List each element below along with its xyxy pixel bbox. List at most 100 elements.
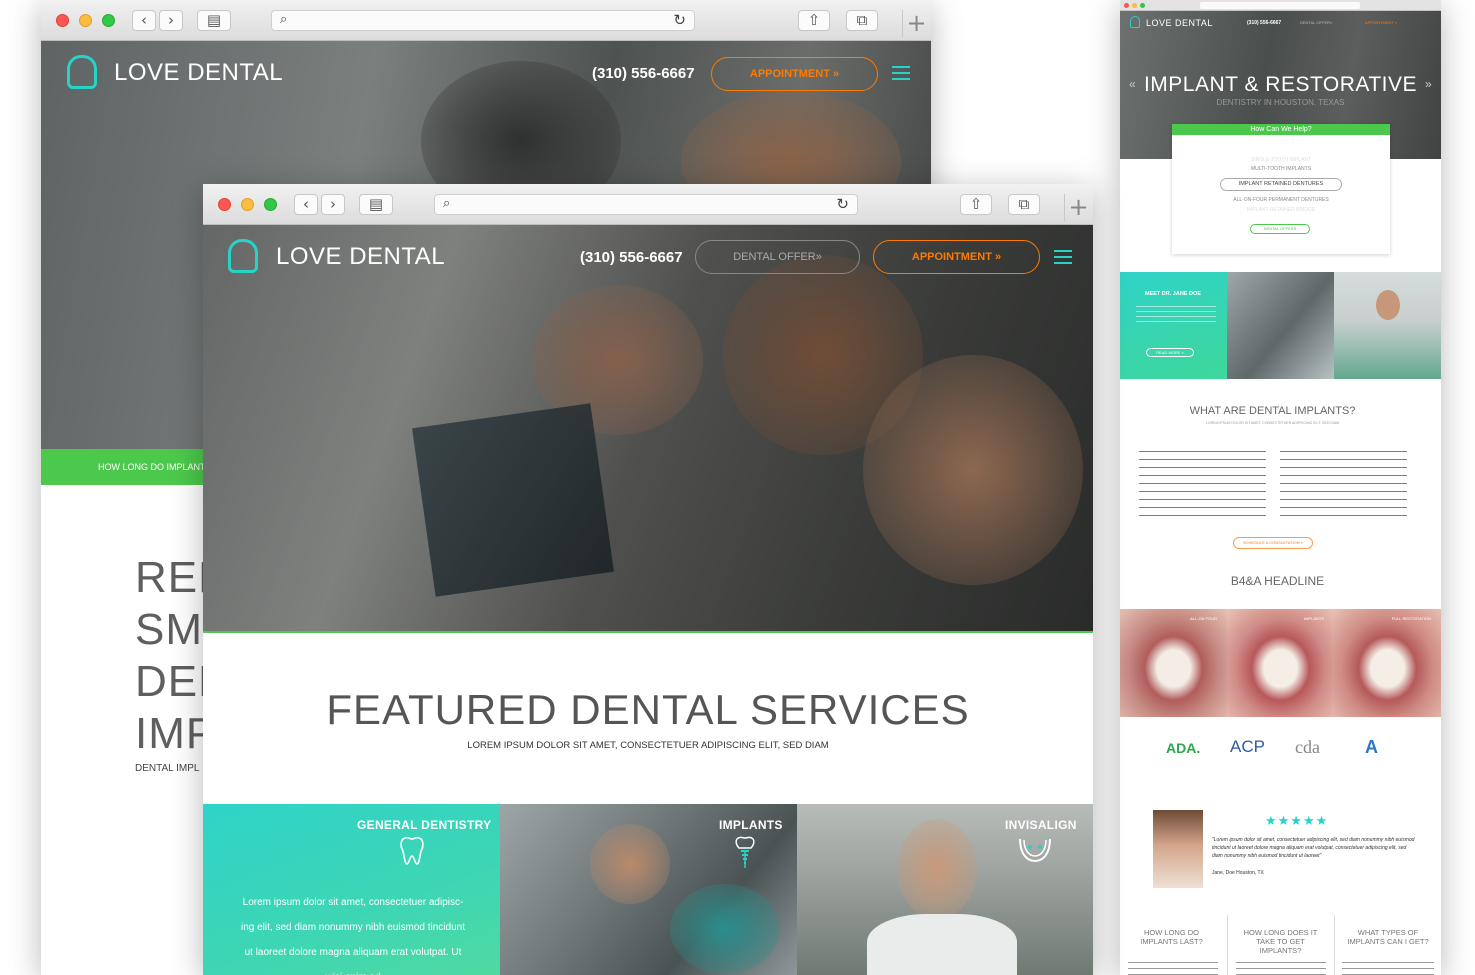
ba-label: IMPLANTS bbox=[1303, 616, 1324, 621]
close-window-button[interactable] bbox=[56, 14, 69, 27]
help-item[interactable]: MULTI-TOOTH IMPLANTS bbox=[1172, 166, 1390, 172]
minimize-window-button[interactable] bbox=[241, 198, 254, 211]
right-browser-window: LOVE DENTAL (310) 556-6667 DENTAL OFFER»… bbox=[1120, 0, 1441, 975]
service-title: IMPLANTS bbox=[719, 818, 783, 832]
search-icon: ⌕ bbox=[280, 12, 288, 27]
card-photo-coat bbox=[867, 914, 1017, 975]
academy-logo: A bbox=[1365, 737, 1378, 757]
service-description: Lorem ipsum dolor sit amet, consectetuer… bbox=[223, 890, 483, 975]
ba-label: FULL RESTORATION bbox=[1391, 616, 1431, 621]
zoom-window-button[interactable] bbox=[264, 198, 277, 211]
hero-subtitle: DENTISTRY IN HOUSTON, TEXAS bbox=[1216, 98, 1345, 107]
tabs-overview-icon[interactable]: ⧉ bbox=[846, 10, 878, 31]
ba-panel: FULL RESTORATION bbox=[1334, 609, 1441, 717]
share-icon[interactable]: ⇧ bbox=[960, 194, 992, 215]
sidebar-toggle-icon[interactable]: ▤ bbox=[197, 10, 231, 31]
zoom-window-button[interactable] bbox=[102, 14, 115, 27]
search-icon: ⌕ bbox=[443, 196, 451, 211]
help-item[interactable]: SINGLE TOOTH IMPLANT bbox=[1172, 157, 1390, 163]
close-window-button[interactable] bbox=[1124, 3, 1129, 8]
logo-text[interactable]: LOVE DENTAL bbox=[276, 243, 445, 271]
back-arrow-icon[interactable]: ‹ bbox=[132, 10, 156, 31]
reload-icon[interactable]: ↻ bbox=[836, 195, 849, 213]
card-photo-person bbox=[897, 819, 977, 919]
service-description-line: Lorem ipsum dolor sit amet, consectetuer… bbox=[242, 897, 464, 908]
menu-icon[interactable] bbox=[1054, 250, 1072, 264]
hero-title: IMPLANT & RESTORATIVE bbox=[1143, 73, 1418, 96]
ba-panel: IMPLANTS bbox=[1227, 609, 1334, 717]
help-item-selected[interactable]: IMPLANT RETAINED DENTURES bbox=[1220, 178, 1342, 191]
close-window-button[interactable] bbox=[218, 198, 231, 211]
nav-offer[interactable]: DENTAL OFFER» bbox=[1300, 20, 1332, 25]
service-description-line: ut laoreet dolore magna aliquam erat vol… bbox=[244, 947, 462, 958]
logo-text[interactable]: LOVE DENTAL bbox=[114, 59, 283, 87]
minimize-window-button[interactable] bbox=[1132, 3, 1137, 8]
ba-panel: ALL-ON FOUR bbox=[1120, 609, 1227, 717]
faq-text bbox=[1236, 962, 1326, 975]
nav-appointment[interactable]: APPOINTMENT » bbox=[1365, 20, 1397, 25]
appointment-button[interactable]: APPOINTMENT » bbox=[873, 240, 1040, 274]
faq-divider bbox=[1334, 915, 1335, 975]
featured-subtitle: LOREM IPSUM DOLOR SIT AMET, CONSECTETUER… bbox=[467, 740, 829, 751]
new-tab-icon[interactable]: + bbox=[1064, 194, 1092, 222]
faq-item[interactable]: HOW LONG DO IMPLANTS LAST? bbox=[1134, 928, 1209, 946]
faq-divider bbox=[1227, 915, 1228, 975]
front-browser-window: ‹ › ▤ ⌕ ↻ ⇧ ⧉ + LOVE DENTAL (310) 556-66… bbox=[203, 184, 1093, 975]
logo-tooth-icon bbox=[67, 55, 97, 89]
forward-arrow-icon[interactable]: › bbox=[321, 194, 345, 215]
sidebar-toggle-icon[interactable]: ▤ bbox=[359, 194, 393, 215]
doctor-photo bbox=[1334, 272, 1441, 379]
what-text-col-right bbox=[1280, 451, 1407, 517]
card-photo-person bbox=[670, 884, 780, 974]
green-bar-text: HOW LONG DO IMPLANTS bbox=[98, 462, 212, 472]
service-description-line: ing elit, sed diam nonummy nibh euismod … bbox=[240, 922, 465, 933]
rating-stars: ★★★★★ bbox=[1265, 813, 1329, 828]
forward-arrow-icon[interactable]: › bbox=[159, 10, 183, 31]
testimonial-text: "Lorem ipsum dolor sit amet, consectetue… bbox=[1212, 837, 1415, 859]
menu-icon[interactable] bbox=[892, 66, 910, 80]
help-item[interactable]: IMPLANT RETAINED BRIDGE bbox=[1172, 207, 1390, 213]
new-tab-icon[interactable]: + bbox=[902, 10, 930, 38]
ba-label: ALL-ON FOUR bbox=[1190, 616, 1217, 621]
browser-toolbar: ‹ › ▤ ⌕ ↻ ⇧ ⧉ + bbox=[203, 184, 1093, 225]
dental-offers-button[interactable]: DENTAL OFFERS bbox=[1250, 224, 1310, 234]
faq-item[interactable]: HOW LONG DOES IT TAKE TO GET IMPLANTS? bbox=[1238, 928, 1323, 955]
doctor-face bbox=[1376, 290, 1400, 320]
faq-item[interactable]: WHAT TYPES OF IMPLANTS CAN I GET? bbox=[1342, 928, 1434, 946]
phone-number[interactable]: (310) 556-6667 bbox=[580, 249, 683, 266]
meet-doctor-title: MEET DR. JANE DOE bbox=[1145, 291, 1201, 297]
zoom-window-button[interactable] bbox=[1140, 3, 1145, 8]
schedule-consultation-button[interactable]: SCHEDULE A CONSULTATION » bbox=[1233, 537, 1313, 549]
reload-icon[interactable]: ↻ bbox=[673, 11, 686, 29]
faq-text bbox=[1342, 962, 1434, 975]
testimonial-author: Jane, Doe Houston, TX bbox=[1212, 870, 1264, 876]
nav-phone[interactable]: (310) 556-6667 bbox=[1247, 20, 1281, 26]
address-bar[interactable] bbox=[1200, 2, 1360, 9]
cda-logo: cda bbox=[1295, 737, 1320, 757]
read-more-button[interactable]: READ MORE » bbox=[1146, 348, 1194, 357]
logo-text[interactable]: LOVE DENTAL bbox=[1146, 18, 1213, 28]
logo-tooth-icon bbox=[1130, 16, 1140, 28]
back-subline: DENTAL IMPL bbox=[135, 763, 200, 774]
address-bar[interactable]: ⌕ ↻ bbox=[434, 194, 858, 215]
service-card-general[interactable]: GENERAL DENTISTRY Lorem ipsum dolor sit … bbox=[203, 804, 500, 975]
service-title: GENERAL DENTISTRY bbox=[357, 818, 492, 832]
service-description-line: wisi enim ad bbox=[223, 965, 483, 975]
tabs-overview-icon[interactable]: ⧉ bbox=[1008, 194, 1040, 215]
browser-toolbar: ‹ › ▤ ⌕ ↻ ⇧ ⧉ + bbox=[41, 0, 931, 41]
help-item[interactable]: ALL-ON-FOUR PERMANENT DENTURES bbox=[1172, 197, 1390, 203]
phone-number[interactable]: (310) 556-6667 bbox=[592, 65, 695, 82]
meet-doctor-panel: MEET DR. JANE DOE READ MORE » bbox=[1120, 272, 1227, 379]
meet-doctor-text bbox=[1136, 306, 1216, 324]
faq-text bbox=[1128, 962, 1218, 975]
share-icon[interactable]: ⇧ bbox=[798, 10, 830, 31]
address-bar[interactable]: ⌕ ↻ bbox=[271, 10, 695, 31]
featured-title: FEATURED DENTAL SERVICES bbox=[326, 686, 970, 733]
service-card-invisalign[interactable]: INVISALIGN bbox=[797, 804, 1093, 975]
appointment-button[interactable]: APPOINTMENT » bbox=[711, 57, 878, 91]
minimize-window-button[interactable] bbox=[79, 14, 92, 27]
back-arrow-icon[interactable]: ‹ bbox=[294, 194, 318, 215]
service-card-implants[interactable]: IMPLANTS bbox=[500, 804, 797, 975]
front-hero: LOVE DENTAL (310) 556-6667 DENTAL OFFER»… bbox=[203, 225, 1093, 631]
dental-offer-button[interactable]: DENTAL OFFER» bbox=[695, 240, 860, 274]
